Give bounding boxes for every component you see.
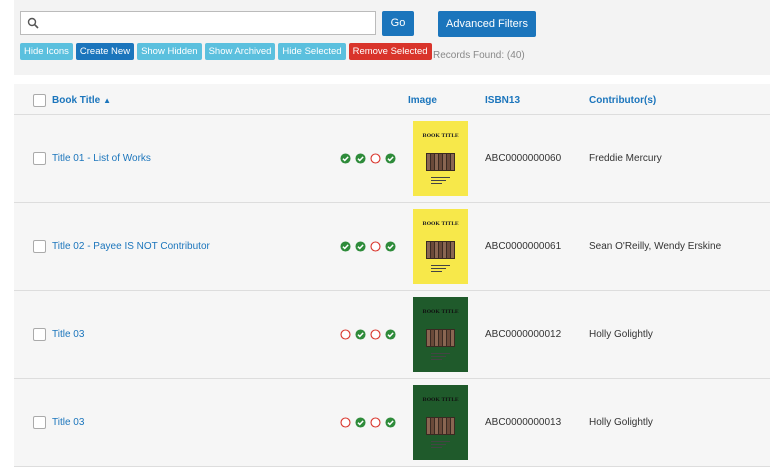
empty-circle-icon (370, 329, 381, 340)
show-archived-button[interactable]: Show Archived (204, 43, 276, 60)
check-circle-icon (385, 329, 396, 340)
select-all-checkbox[interactable] (33, 94, 46, 107)
book-title-link[interactable]: Title 03 (52, 417, 84, 428)
go-button[interactable]: Go (382, 11, 414, 36)
advanced-filters-button[interactable]: Advanced Filters (438, 11, 536, 37)
check-circle-icon (340, 241, 351, 252)
cover-artwork (426, 329, 455, 360)
contributors-value: Freddie Mercury (589, 153, 662, 164)
hide-selected-button[interactable]: Hide Selected (278, 43, 346, 60)
cover-artwork (426, 417, 455, 448)
search-box (20, 11, 376, 35)
empty-circle-icon (340, 329, 351, 340)
book-cover-image[interactable]: BOOK TITLE (413, 209, 468, 284)
book-cover-image[interactable]: BOOK TITLE (413, 385, 468, 460)
search-icon (27, 17, 39, 29)
hide-icons-button[interactable]: Hide Icons (20, 43, 73, 60)
sort-ascending-icon: ▲ (103, 96, 112, 105)
contributors-value: Holly Golightly (589, 417, 653, 428)
empty-circle-icon (340, 417, 351, 428)
row-checkbox[interactable] (33, 416, 46, 429)
cover-artwork (426, 153, 455, 184)
check-circle-icon (385, 417, 396, 428)
column-header-isbn[interactable]: ISBN13 (485, 95, 520, 106)
empty-circle-icon (370, 153, 381, 164)
book-title-link[interactable]: Title 01 - List of Works (52, 153, 151, 164)
column-header-image: Image (408, 95, 437, 106)
column-header-title[interactable]: Book Title ▲ (52, 95, 111, 106)
show-hidden-button[interactable]: Show Hidden (137, 43, 202, 60)
column-header-contributors[interactable]: Contributor(s) (589, 95, 656, 106)
book-title-link[interactable]: Title 02 - Payee IS NOT Contributor (52, 241, 210, 252)
check-circle-icon (355, 417, 366, 428)
contributors-value: Holly Golightly (589, 329, 653, 340)
books-table: Book Title ▲ Image ISBN13 Contributor(s) … (14, 84, 770, 467)
table-body: Title 01 - List of Works BOOK TITLE ABC000… (14, 115, 770, 467)
check-circle-icon (355, 329, 366, 340)
table-row: Title 01 - List of Works BOOK TITLE ABC000… (14, 115, 770, 203)
table-row: Title 03 BOOK TITLE ABC0000000012 Holly Gol… (14, 291, 770, 379)
status-icons (340, 241, 400, 252)
status-icons (340, 417, 400, 428)
title-header-label: Book Title (52, 95, 101, 106)
row-checkbox[interactable] (33, 240, 46, 253)
check-circle-icon (340, 153, 351, 164)
check-circle-icon (355, 241, 366, 252)
table-row: Title 03 BOOK TITLE ABC0000000013 Holly Gol… (14, 379, 770, 467)
action-buttons: Hide Icons Create New Show Hidden Show A… (20, 43, 435, 60)
empty-circle-icon (370, 241, 381, 252)
table-header: Book Title ▲ Image ISBN13 Contributor(s) (14, 84, 770, 115)
remove-selected-button[interactable]: Remove Selected (348, 43, 432, 60)
contributors-value: Sean O'Reilly, Wendy Erskine (589, 241, 722, 252)
check-circle-icon (385, 241, 396, 252)
check-circle-icon (385, 153, 396, 164)
status-icons (340, 153, 400, 164)
isbn-value: ABC0000000060 (485, 153, 562, 164)
search-input[interactable] (45, 14, 369, 34)
status-icons (340, 329, 400, 340)
book-cover-image[interactable]: BOOK TITLE (413, 121, 468, 196)
check-circle-icon (355, 153, 366, 164)
filter-bar: Go Advanced Filters Hide Icons Create Ne… (14, 0, 770, 75)
book-cover-image[interactable]: BOOK TITLE (413, 297, 468, 372)
isbn-value: ABC0000000013 (485, 417, 562, 428)
create-new-button[interactable]: Create New (75, 43, 135, 60)
empty-circle-icon (370, 417, 381, 428)
isbn-value: ABC0000000061 (485, 241, 562, 252)
records-found-count: Records Found: (40) (433, 50, 525, 61)
row-checkbox[interactable] (33, 328, 46, 341)
row-checkbox[interactable] (33, 152, 46, 165)
isbn-value: ABC0000000012 (485, 329, 562, 340)
table-row: Title 02 - Payee IS NOT Contributor BOOK … (14, 203, 770, 291)
cover-artwork (426, 241, 455, 272)
book-title-link[interactable]: Title 03 (52, 329, 84, 340)
